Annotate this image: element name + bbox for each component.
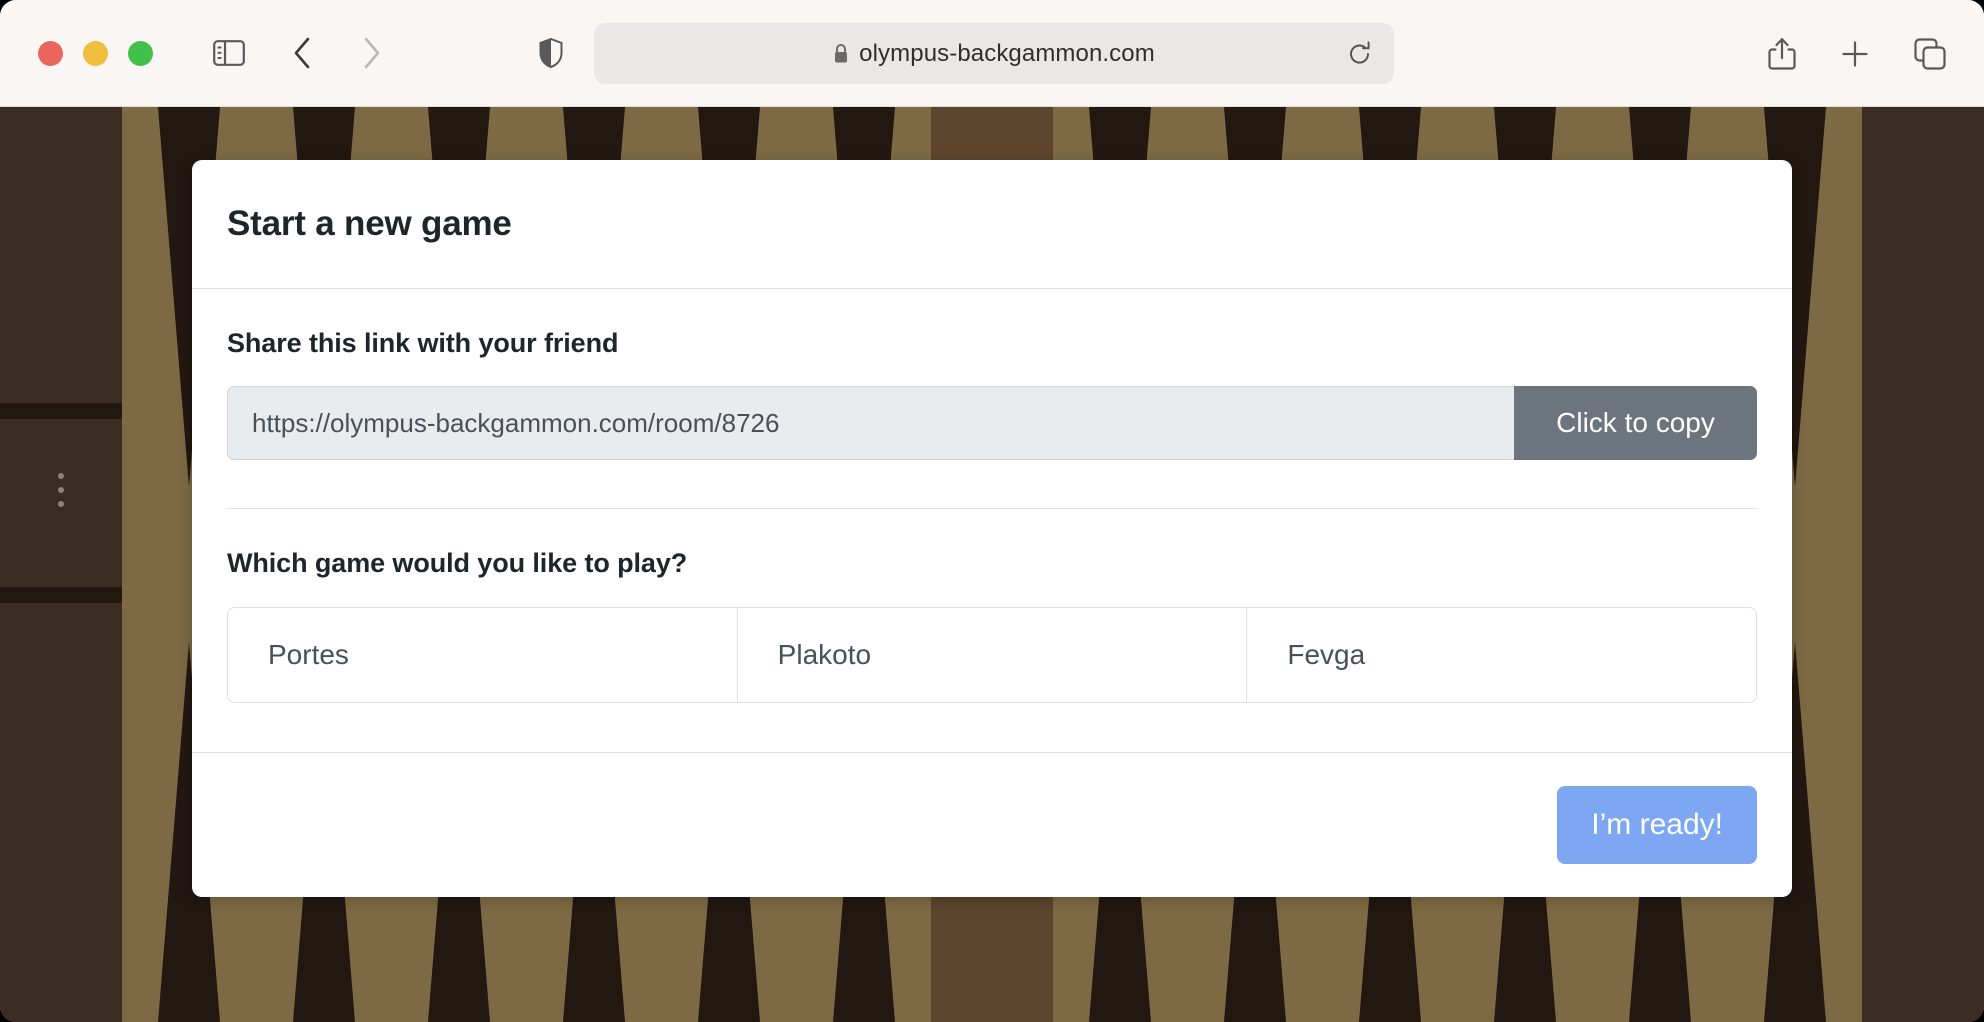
tray-panel-middle[interactable] [0,419,122,587]
minimize-window-button[interactable] [83,40,108,66]
tray-panel-bottom [0,603,122,1022]
share-icon[interactable] [1768,37,1796,71]
new-game-dialog: Start a new game Share this link with yo… [192,160,1792,897]
share-link-row: https://olympus-backgammon.com/room/8726… [227,386,1757,460]
reload-icon[interactable] [1348,41,1372,67]
bear-off-tray-right [1862,107,1984,1022]
room-url-input[interactable]: https://olympus-backgammon.com/room/8726 [227,386,1514,460]
game-question-label: Which game would you like to play? [227,548,688,578]
game-option-portes[interactable]: Portes [228,608,738,702]
browser-window: olympus-backgammon.com Start a new game … [0,0,1984,1022]
dialog-body: Share this link with your friend https:/… [192,289,1792,703]
dialog-title: Start a new game [227,204,512,243]
address-bar-text: olympus-backgammon.com [859,39,1155,67]
plus-icon[interactable] [1840,39,1870,69]
tab-overview-icon[interactable] [1914,37,1946,70]
back-arrow-icon[interactable] [291,36,313,70]
dialog-header: Start a new game [192,160,1792,289]
copy-link-button[interactable]: Click to copy [1514,386,1757,460]
share-link-label: Share this link with your friend [227,328,619,358]
tray-panel-top [0,107,122,403]
toolbar-right-actions [1768,0,1946,107]
game-option-fevga[interactable]: Fevga [1247,608,1756,702]
zoom-window-button[interactable] [128,40,153,66]
forward-arrow-icon [361,36,383,70]
share-link-section: Share this link with your friend https:/… [227,289,1757,460]
address-bar[interactable]: olympus-backgammon.com [594,23,1394,84]
sidebar-toggle-icon[interactable] [213,40,245,66]
bear-off-tray-left [0,107,122,1022]
overflow-menu-icon[interactable] [58,473,64,507]
dialog-footer: I’m ready! [192,752,1792,897]
lock-icon [833,43,849,64]
close-window-button[interactable] [38,40,63,66]
game-variant-options: Portes Plakoto Fevga [227,607,1757,703]
window-controls [38,40,153,66]
browser-toolbar: olympus-backgammon.com [0,0,1984,107]
ready-button[interactable]: I’m ready! [1557,786,1757,864]
privacy-shield-icon[interactable] [539,38,563,68]
tray-panel-right [1862,107,1984,1022]
game-option-plakoto[interactable]: Plakoto [737,608,1248,702]
game-selection-section: Which game would you like to play? Porte… [227,509,1757,703]
